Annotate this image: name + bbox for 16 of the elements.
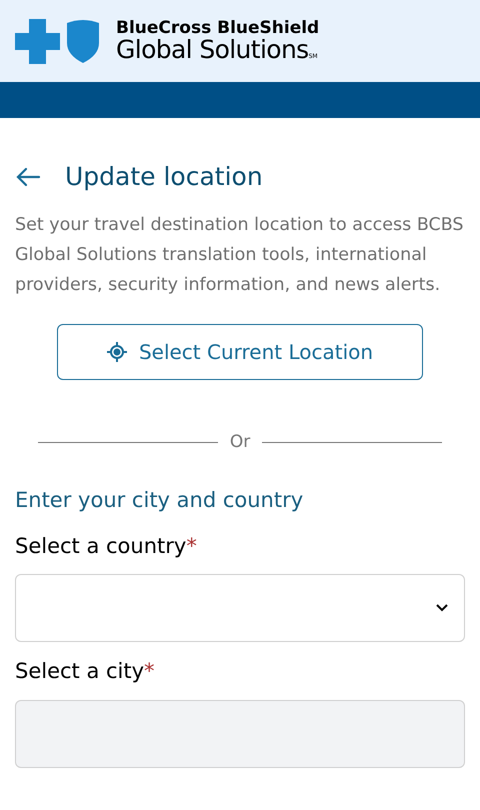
cross-icon [15, 18, 60, 64]
section-title: Enter your city and country [15, 487, 304, 514]
country-select[interactable] [15, 574, 465, 642]
back-arrow-icon [15, 166, 41, 187]
field-label: Select a country* [15, 532, 198, 560]
divider-label: Or [230, 430, 250, 454]
crosshair-icon [106, 342, 127, 362]
brand-name: BlueCross BlueShield [116, 20, 320, 37]
select-location-button[interactable]: Select Current Location [57, 324, 423, 380]
chevron-down-icon [436, 604, 448, 612]
page-title: Update location [65, 161, 263, 193]
field-label: Select a city* [15, 658, 156, 685]
description-text: Set your travel destination location to access BCBS Global Solutions translation tools, international providers, security information, and news alerts. [15, 214, 465, 296]
back-button[interactable] [15, 166, 41, 187]
shield-icon [65, 18, 101, 64]
brand-subtitle: Global Solutions [116, 37, 309, 62]
